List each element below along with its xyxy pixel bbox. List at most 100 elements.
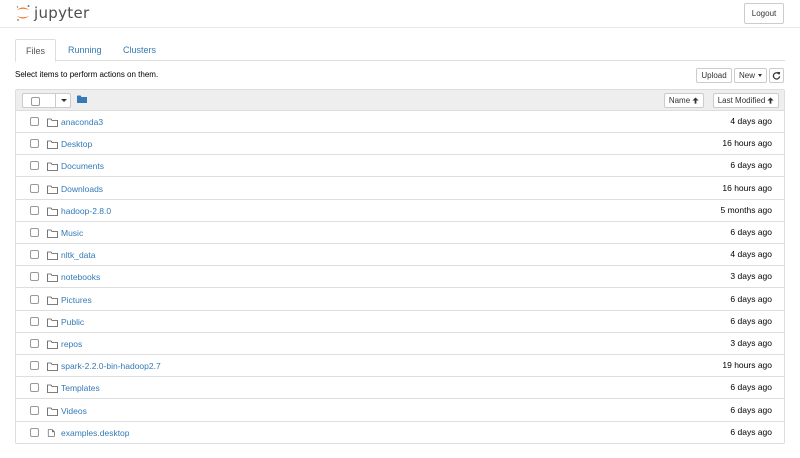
item-modified: 6 days ago xyxy=(730,426,772,437)
item-modified: 6 days ago xyxy=(730,382,772,393)
instructions-text: Select items to perform actions on them. xyxy=(15,70,159,79)
item-modified: 3 days ago xyxy=(730,271,772,282)
list-item[interactable]: Public 6 days ago xyxy=(16,311,784,333)
list-item[interactable]: Templates 6 days ago xyxy=(16,377,784,400)
item-checkbox[interactable] xyxy=(30,316,39,326)
item-modified: 4 days ago xyxy=(730,249,772,260)
item-name-link[interactable]: notebooks xyxy=(61,272,100,282)
item-checkbox[interactable] xyxy=(30,427,39,437)
item-checkbox[interactable] xyxy=(30,383,39,393)
folder-icon xyxy=(47,296,58,305)
item-name-link[interactable]: anaconda3 xyxy=(61,117,103,127)
file-icon xyxy=(47,429,55,437)
list-header: Name Last Modified xyxy=(16,90,784,111)
item-checkbox[interactable] xyxy=(30,139,39,149)
item-checkbox[interactable] xyxy=(30,361,39,371)
item-name-link[interactable]: Downloads xyxy=(61,184,103,194)
item-modified: 16 hours ago xyxy=(722,182,772,193)
list-item[interactable]: Videos 6 days ago xyxy=(16,400,784,422)
tab-running[interactable]: Running xyxy=(58,39,112,61)
folder-icon xyxy=(47,273,58,283)
select-all-dropdown[interactable] xyxy=(22,93,71,108)
logout-button[interactable]: Logout xyxy=(744,3,784,24)
logo-text: jupyter xyxy=(34,4,90,22)
item-name-link[interactable]: examples.desktop xyxy=(61,428,130,438)
folder-icon xyxy=(47,318,58,327)
item-modified: 5 months ago xyxy=(720,204,772,215)
item-name-link[interactable]: hadoop-2.8.0 xyxy=(61,206,111,216)
item-checkbox[interactable] xyxy=(30,250,39,260)
folder-icon xyxy=(47,229,58,238)
new-label: New xyxy=(738,71,755,80)
list-item[interactable]: Music 6 days ago xyxy=(16,222,784,244)
folder-icon xyxy=(47,185,58,194)
select-divider xyxy=(55,94,56,107)
folder-icon xyxy=(47,251,58,261)
sort-by-modified-button[interactable]: Last Modified xyxy=(713,93,779,108)
item-name-link[interactable]: nltk_data xyxy=(61,250,96,260)
list-item[interactable]: spark-2.2.0-bin-hadoop2.7 19 hours ago xyxy=(16,355,784,378)
list-item[interactable]: Downloads 16 hours ago xyxy=(16,178,784,200)
app-header: jupyter Logout xyxy=(0,0,800,28)
item-name-link[interactable]: Public xyxy=(61,317,84,327)
item-checkbox[interactable] xyxy=(30,183,39,193)
sort-by-name-button[interactable]: Name xyxy=(664,93,704,108)
item-name-link[interactable]: Videos xyxy=(61,406,87,416)
list-item[interactable]: examples.desktop 6 days ago xyxy=(16,422,784,444)
name-sort-label: Name xyxy=(668,96,691,105)
item-name-link[interactable]: spark-2.2.0-bin-hadoop2.7 xyxy=(61,361,161,371)
item-checkbox[interactable] xyxy=(30,117,39,126)
caret-down-icon xyxy=(758,74,762,77)
item-name-link[interactable]: Pictures xyxy=(61,295,92,305)
item-modified: 6 days ago xyxy=(730,160,772,171)
item-checkbox[interactable] xyxy=(30,294,39,304)
item-checkbox[interactable] xyxy=(30,272,39,282)
arrow-up-icon xyxy=(767,97,774,104)
jupyter-logo[interactable]: jupyter xyxy=(15,4,89,22)
item-name-link[interactable]: Music xyxy=(61,228,83,238)
folder-icon xyxy=(47,118,58,127)
caret-down-icon[interactable] xyxy=(61,99,67,102)
list-item[interactable]: Desktop 16 hours ago xyxy=(16,133,784,156)
item-checkbox[interactable] xyxy=(30,161,39,171)
folder-icon xyxy=(47,140,58,150)
arrow-up-icon xyxy=(692,97,699,104)
item-name-link[interactable]: Documents xyxy=(61,161,104,171)
file-list: Name Last Modified anaconda3 4 days ago De… xyxy=(15,89,785,444)
list-item[interactable]: anaconda3 4 days ago xyxy=(16,111,784,133)
list-item[interactable]: hadoop-2.8.0 5 months ago xyxy=(16,200,784,222)
refresh-button[interactable] xyxy=(769,68,784,83)
list-item[interactable]: Documents 6 days ago xyxy=(16,155,784,178)
item-checkbox[interactable] xyxy=(30,205,39,215)
jupyter-logo-icon xyxy=(16,5,30,21)
new-dropdown-button[interactable]: New xyxy=(734,68,767,83)
list-item[interactable]: Pictures 6 days ago xyxy=(16,289,784,311)
item-modified: 6 days ago xyxy=(730,227,772,237)
item-name-link[interactable]: Templates xyxy=(61,383,100,393)
list-item[interactable]: repos 3 days ago xyxy=(16,333,784,355)
item-checkbox[interactable] xyxy=(30,228,39,237)
folder-icon[interactable] xyxy=(77,95,87,103)
folder-icon xyxy=(47,362,58,372)
upload-label: Upload xyxy=(701,71,727,80)
list-item[interactable]: nltk_data 4 days ago xyxy=(16,244,784,267)
tab-bar: Files Running Clusters xyxy=(15,39,785,62)
item-checkbox[interactable] xyxy=(30,405,39,415)
folder-icon xyxy=(47,340,58,349)
tab-clusters[interactable]: Clusters xyxy=(113,39,166,61)
item-name-link[interactable]: Desktop xyxy=(61,139,92,149)
item-checkbox[interactable] xyxy=(30,339,39,348)
item-modified: 6 days ago xyxy=(730,404,772,415)
item-modified: 3 days ago xyxy=(730,338,772,348)
folder-icon xyxy=(47,207,58,216)
folder-icon xyxy=(47,407,58,416)
list-item[interactable]: notebooks 3 days ago xyxy=(16,266,784,289)
item-modified: 6 days ago xyxy=(730,293,772,304)
item-modified: 16 hours ago xyxy=(722,138,772,149)
item-modified: 19 hours ago xyxy=(722,360,772,371)
item-name-link[interactable]: repos xyxy=(61,339,82,349)
select-all-checkbox[interactable] xyxy=(31,97,40,106)
tab-files[interactable]: Files xyxy=(15,39,57,62)
upload-button[interactable]: Upload xyxy=(696,68,732,83)
folder-icon xyxy=(47,162,58,172)
